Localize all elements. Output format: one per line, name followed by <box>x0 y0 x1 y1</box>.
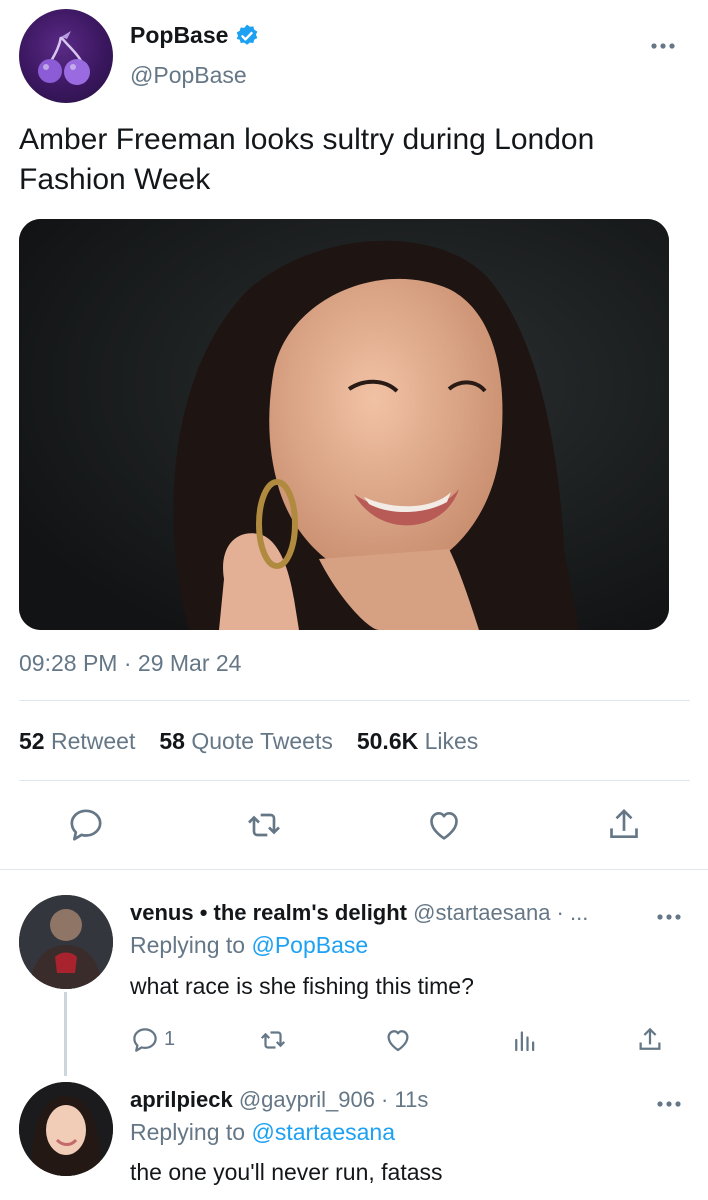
more-options-icon[interactable] <box>656 908 682 926</box>
replying-to-link[interactable]: @PopBase <box>251 932 368 958</box>
reply-author-name[interactable]: venus • the realm's delight <box>130 900 407 925</box>
reply-count: 1 <box>164 1028 176 1050</box>
divider <box>19 780 690 781</box>
heart-icon[interactable] <box>424 805 464 845</box>
reply-author-handle[interactable]: @gaypril_906 <box>239 1087 375 1112</box>
thread-line <box>64 992 67 1076</box>
replying-to: Replying to @PopBase <box>130 932 368 959</box>
analytics-icon[interactable] <box>510 1025 540 1055</box>
avatar-aprilpieck[interactable] <box>19 1082 113 1176</box>
tweet-author-handle[interactable]: @PopBase <box>130 62 247 89</box>
reply-text: what race is she fishing this time? <box>130 973 474 999</box>
replying-to: Replying to @startaesana <box>130 1119 395 1146</box>
divider <box>19 700 690 701</box>
reply-icon[interactable] <box>66 805 106 845</box>
avatar-venus[interactable] <box>19 895 113 989</box>
tweet-text: Amber Freeman looks sultry during London… <box>19 123 595 196</box>
likes-label: Likes <box>424 728 479 754</box>
tweet-date: 29 Mar 24 <box>137 650 242 676</box>
replying-to-link[interactable]: @startaesana <box>251 1119 395 1145</box>
reply-meta: · ... <box>550 900 589 925</box>
tweet-author-name[interactable]: PopBase <box>130 22 260 49</box>
tweet-time: 09:28 PM <box>19 650 118 676</box>
verified-badge-icon <box>237 24 258 45</box>
more-options-icon[interactable] <box>650 30 676 56</box>
divider <box>0 869 708 870</box>
share-icon[interactable] <box>604 805 644 845</box>
tweet-timestamp[interactable]: 09:28 PM · 29 Mar 24 <box>19 650 241 677</box>
retweet-icon[interactable] <box>258 1025 288 1055</box>
timestamp-separator: · <box>117 650 138 676</box>
retweets-label: Retweet <box>50 728 136 754</box>
likes-stat[interactable]: 50.6K Likes <box>357 728 478 755</box>
reply-header: aprilpieck @gaypril_906 · 11s <box>130 1087 428 1113</box>
reply-meta: · 11s <box>374 1087 429 1112</box>
tweet-stats: 52 Retweet 58 Quote Tweets 50.6K Likes <box>19 728 478 755</box>
retweet-icon[interactable] <box>244 805 284 845</box>
reply-author-handle[interactable]: @startaesana <box>413 900 550 925</box>
likes-count: 50.6K <box>356 728 419 754</box>
avatar-popbase[interactable] <box>19 9 113 103</box>
replying-to-prefix: Replying to <box>130 1119 252 1145</box>
portrait-image <box>19 219 669 630</box>
retweets-stat[interactable]: 52 Retweet <box>19 728 135 755</box>
quote-tweets-label: Quote Tweets <box>191 728 333 754</box>
reply-text: the one you'll never run, fatass <box>130 1159 443 1185</box>
reply-header: venus • the realm's delight @startaesana… <box>130 900 588 926</box>
reply-author-name[interactable]: aprilpieck <box>130 1087 233 1112</box>
tweet-photo[interactable] <box>19 219 669 630</box>
quote-tweets-count: 58 <box>159 728 185 754</box>
heart-icon[interactable] <box>383 1025 413 1055</box>
display-name[interactable]: PopBase <box>130 22 228 49</box>
retweets-count: 52 <box>19 728 45 754</box>
replying-to-prefix: Replying to <box>130 932 252 958</box>
cherry-logo-icon <box>38 31 90 85</box>
reply-icon[interactable] <box>130 1025 160 1055</box>
quote-tweets-stat[interactable]: 58 Quote Tweets <box>159 728 332 755</box>
more-options-icon[interactable] <box>656 1095 682 1113</box>
share-icon[interactable] <box>635 1025 665 1055</box>
